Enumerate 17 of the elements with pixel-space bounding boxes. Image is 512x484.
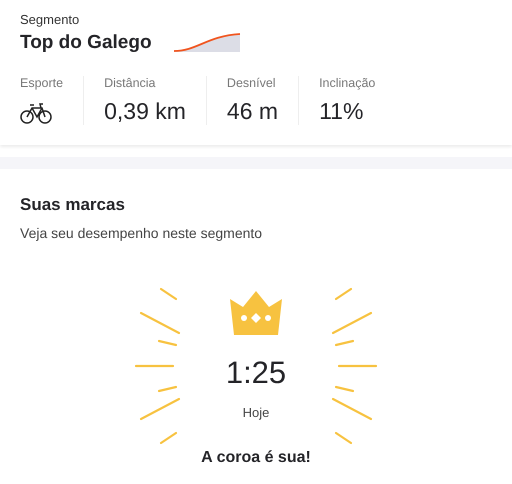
stat-value: 0,39 km [104, 98, 186, 125]
stat-label: Inclinação [319, 76, 376, 90]
bicycle-icon [20, 102, 52, 124]
segment-label: Segmento [20, 12, 80, 27]
stat-value: 46 m [226, 98, 278, 125]
elevation-profile-icon [172, 32, 242, 54]
stat-label: Esporte [20, 76, 64, 90]
crown-message: A coroa é sua! [200, 449, 312, 467]
segment-name: Top do Galego [20, 32, 152, 54]
section-title: Suas marcas [20, 195, 126, 215]
date-label: Hoje [242, 405, 270, 420]
stat-label: Distância [104, 76, 157, 90]
time-value: 1:25 [226, 355, 286, 391]
stat-label: Desnível [226, 76, 277, 90]
section-subtitle: Veja seu desempenho neste segmento [20, 225, 264, 241]
crown-icon [228, 291, 284, 337]
stat-value: 11% [319, 98, 364, 125]
